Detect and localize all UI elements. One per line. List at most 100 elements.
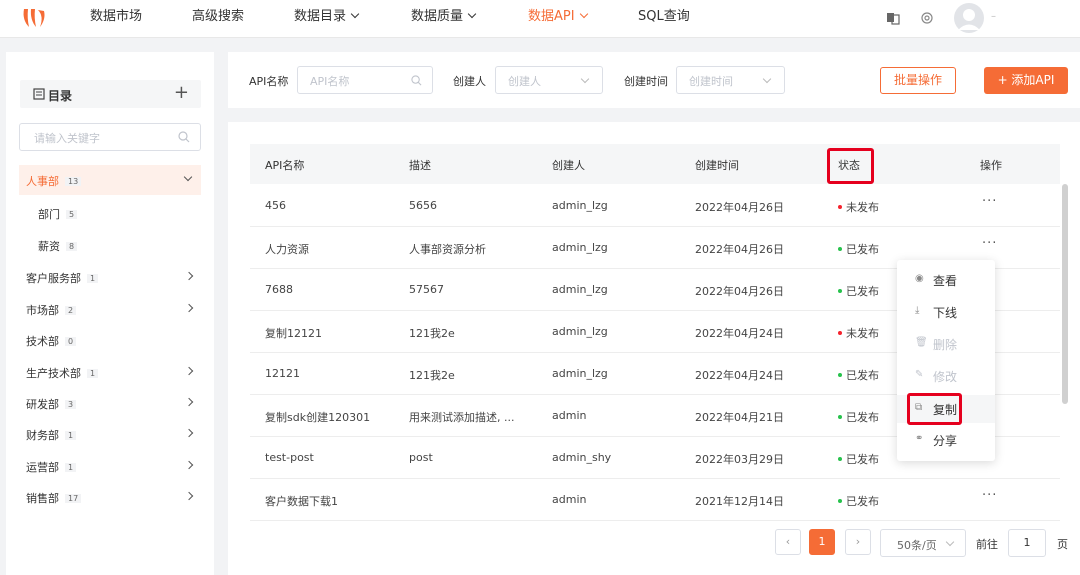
cell-description: 121我2e bbox=[409, 369, 455, 382]
chevron-down-icon bbox=[580, 74, 590, 84]
sidebar-item-operations[interactable]: 运营部 1 bbox=[6, 451, 214, 481]
cell-created-time: 2022年04月26日 bbox=[695, 285, 784, 298]
table-header: API名称 描述 创建人 创建时间 状态 操作 bbox=[250, 144, 1060, 184]
menu-item-view[interactable]: ◉ 查看 bbox=[897, 266, 995, 294]
eye-icon: ◉ bbox=[915, 273, 924, 284]
th-creator: 创建人 bbox=[552, 159, 585, 172]
cell-created-time: 2021年12月14日 bbox=[695, 495, 784, 508]
api-name-label: API名称 bbox=[249, 75, 289, 88]
nav-data-catalog[interactable]: 数据目录 bbox=[294, 0, 360, 36]
status-header-highlight bbox=[827, 148, 874, 184]
top-nav: 数据市场 高级搜索 数据目录 数据质量 数据API SQL查询 – bbox=[0, 0, 1080, 38]
table-row[interactable]: 456 5656 admin_lzg 2022年04月26日 未发布 ··· bbox=[250, 185, 1060, 227]
avatar[interactable] bbox=[954, 3, 984, 33]
menu-item-share[interactable]: ⚭ 分享 bbox=[897, 426, 995, 454]
cell-api-name: 人力资源 bbox=[265, 243, 309, 256]
nav-data-market[interactable]: 数据市场 bbox=[90, 0, 142, 36]
add-catalog-button[interactable]: + bbox=[174, 82, 189, 103]
status-badge: 已发布 bbox=[838, 409, 879, 425]
sidebar-item-tech[interactable]: 技术部 0 bbox=[6, 325, 214, 355]
filter-bar: API名称 API名称 创建人 创建人 创建时间 创建时间 批量操作 + 添加A… bbox=[228, 52, 1080, 108]
cell-description: 用来测试添加描述, ... bbox=[409, 411, 515, 424]
cell-creator: admin_lzg bbox=[552, 199, 608, 212]
more-actions-icon[interactable]: ··· bbox=[982, 194, 997, 209]
catalog-icon bbox=[33, 88, 45, 100]
goto-page-input[interactable]: 1 bbox=[1008, 529, 1046, 557]
status-dot-icon bbox=[838, 415, 842, 419]
status-text: 已发布 bbox=[846, 369, 879, 382]
search-icon bbox=[178, 131, 190, 143]
menu-item-delete[interactable]: 🗑 删除 bbox=[897, 330, 995, 358]
add-api-button[interactable]: + 添加API bbox=[984, 67, 1068, 94]
status-text: 未发布 bbox=[846, 201, 879, 214]
page-size-select[interactable]: 50条/页 bbox=[880, 529, 966, 557]
page-1-button[interactable]: 1 bbox=[809, 529, 835, 555]
cell-created-time: 2022年04月24日 bbox=[695, 327, 784, 340]
cell-created-time: 2022年04月21日 bbox=[695, 411, 784, 424]
cell-api-name: 复制sdk创建120301 bbox=[265, 411, 371, 424]
settings-icon[interactable] bbox=[920, 11, 934, 25]
logo-icon[interactable] bbox=[20, 6, 50, 30]
creator-select[interactable]: 创建人 bbox=[495, 66, 603, 94]
status-text: 已发布 bbox=[846, 243, 879, 256]
translate-icon[interactable] bbox=[886, 11, 900, 25]
cell-description: 121我2e bbox=[409, 327, 455, 340]
th-api-name: API名称 bbox=[265, 159, 305, 172]
cell-created-time: 2022年04月26日 bbox=[695, 201, 784, 214]
chevron-right-icon bbox=[184, 303, 194, 313]
sidebar-item-marketing[interactable]: 市场部 2 bbox=[6, 294, 214, 324]
chevron-down-icon bbox=[945, 537, 955, 547]
sidebar-item-rnd[interactable]: 研发部 3 bbox=[6, 388, 214, 418]
nav-data-api[interactable]: 数据API bbox=[528, 0, 588, 36]
menu-item-edit[interactable]: ✎ 修改 bbox=[897, 362, 995, 390]
status-text: 未发布 bbox=[846, 327, 879, 340]
offline-icon: ⤓ bbox=[915, 305, 920, 316]
sidebar-item-hr-department[interactable]: 部门 5 bbox=[6, 198, 214, 228]
status-badge: 已发布 bbox=[838, 451, 879, 467]
table-row[interactable]: 客户数据下载1 admin 2021年12月14日 已发布 ··· bbox=[250, 479, 1060, 521]
nav-data-quality[interactable]: 数据质量 bbox=[411, 0, 477, 36]
share-icon: ⚭ bbox=[915, 433, 924, 444]
chevron-down-icon bbox=[762, 74, 772, 84]
status-badge: 已发布 bbox=[838, 493, 879, 509]
search-icon bbox=[411, 75, 422, 86]
cell-description: post bbox=[409, 451, 433, 464]
status-text: 已发布 bbox=[846, 285, 879, 298]
sidebar-item-production-tech[interactable]: 生产技术部 1 bbox=[6, 357, 214, 387]
status-badge: 未发布 bbox=[838, 325, 879, 341]
sidebar-item-hr-salary[interactable]: 薪资 8 bbox=[6, 230, 214, 260]
api-name-input[interactable]: API名称 bbox=[297, 66, 433, 94]
nav-advanced-search[interactable]: 高级搜索 bbox=[192, 0, 244, 36]
menu-item-offline[interactable]: ⤓ 下线 bbox=[897, 298, 995, 326]
chevron-right-icon bbox=[184, 460, 194, 470]
cell-api-name: test-post bbox=[265, 451, 314, 464]
status-text: 已发布 bbox=[846, 411, 879, 424]
prev-page-button[interactable]: ‹ bbox=[775, 529, 801, 555]
status-text: 已发布 bbox=[846, 495, 879, 508]
created-time-select[interactable]: 创建时间 bbox=[676, 66, 785, 94]
status-dot-icon bbox=[838, 247, 842, 251]
batch-operation-button[interactable]: 批量操作 bbox=[880, 67, 956, 94]
chevron-down-icon bbox=[350, 9, 360, 19]
catalog-search-input[interactable]: 请输入关键字 bbox=[19, 123, 201, 151]
th-actions: 操作 bbox=[980, 159, 1002, 172]
sidebar-item-sales[interactable]: 销售部 17 bbox=[6, 482, 214, 512]
next-page-button[interactable]: › bbox=[845, 529, 871, 555]
username[interactable]: – bbox=[991, 0, 996, 36]
sidebar-item-hr[interactable]: 人事部 13 bbox=[19, 165, 201, 195]
status-badge: 已发布 bbox=[838, 283, 879, 299]
chevron-right-icon bbox=[184, 491, 194, 501]
cell-api-name: 7688 bbox=[265, 283, 293, 296]
sidebar-item-customer-service[interactable]: 客户服务部 1 bbox=[6, 262, 214, 292]
th-description: 描述 bbox=[409, 159, 431, 172]
more-actions-icon[interactable]: ··· bbox=[982, 488, 997, 503]
nav-sql-query[interactable]: SQL查询 bbox=[638, 0, 690, 36]
cell-api-name: 客户数据下载1 bbox=[265, 495, 338, 508]
copy-item-highlight bbox=[907, 393, 962, 425]
creator-label: 创建人 bbox=[453, 75, 486, 88]
chevron-down-icon bbox=[183, 172, 193, 182]
sidebar-item-finance[interactable]: 财务部 1 bbox=[6, 419, 214, 449]
cell-api-name: 复制12121 bbox=[265, 327, 322, 340]
table-scrollbar[interactable] bbox=[1062, 184, 1068, 404]
more-actions-icon[interactable]: ··· bbox=[982, 236, 997, 251]
